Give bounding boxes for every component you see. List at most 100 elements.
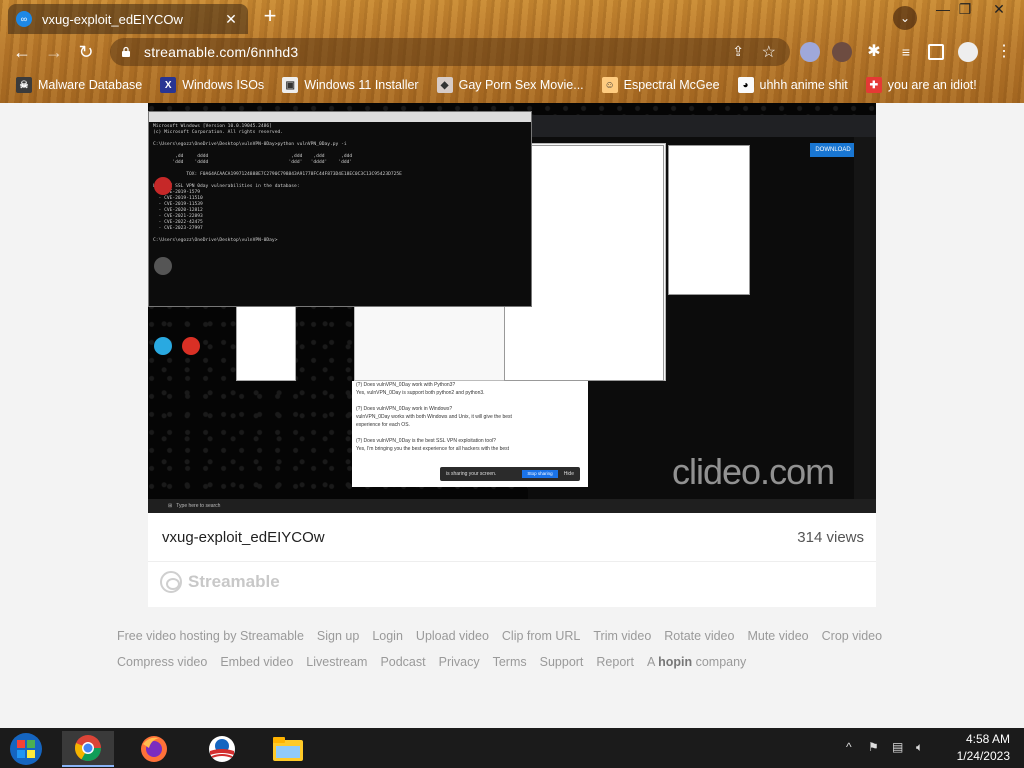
- footer-row-1: Free video hosting by Streamable Sign up…: [117, 629, 917, 643]
- footer-link[interactable]: Trim video: [593, 629, 651, 643]
- browser-tab[interactable]: ∞ vxug-exploit_edEIYCOw ✕: [8, 4, 248, 34]
- url-text[interactable]: streamable.com/6nnhd3: [144, 44, 298, 60]
- file-explorer-taskbar-icon[interactable]: [262, 731, 314, 767]
- doc-line: Yes, vulnVPN_0Day is support both python…: [356, 390, 485, 396]
- view-count: 314 views: [797, 529, 864, 546]
- address-bar[interactable]: streamable.com/6nnhd3 ⇪ ☆: [110, 38, 790, 66]
- video-frame-taskbar: ⊞ Type here to search: [148, 499, 876, 513]
- footer-link[interactable]: Embed video: [220, 655, 293, 669]
- desktop-app-icon: [154, 177, 172, 195]
- video-frame-sidebar: [854, 137, 876, 499]
- profile-avatar[interactable]: [958, 42, 978, 62]
- clock[interactable]: 4:58 AM 1/24/2023: [957, 731, 1010, 765]
- chrome-taskbar-icon[interactable]: [62, 731, 114, 767]
- video-info-panel: vxug-exploit_edEIYCOw 314 views Streamab…: [148, 513, 876, 607]
- footer-link[interactable]: Livestream: [306, 655, 367, 669]
- footer-link[interactable]: Rotate video: [664, 629, 734, 643]
- flag-icon: ✚: [865, 77, 882, 93]
- installer-icon: ▣: [282, 77, 299, 93]
- video-frame-cmd: Microsoft Windows [Version 10.0.19045.24…: [148, 111, 532, 307]
- face-icon: ☺: [601, 77, 618, 93]
- clideo-watermark: clideo.com: [672, 451, 835, 492]
- anime-icon: ◕: [737, 77, 754, 93]
- footer-link[interactable]: Login: [372, 629, 403, 643]
- footer-link[interactable]: Sign up: [317, 629, 359, 643]
- footer-link[interactable]: Clip from URL: [502, 629, 581, 643]
- extension-icon-2[interactable]: [832, 42, 852, 62]
- doc-line: (?) Does vulnVPN_0Day is the best SSL VP…: [356, 438, 496, 444]
- share-icon[interactable]: ⇪: [732, 43, 744, 60]
- lock-icon[interactable]: [120, 46, 132, 58]
- tab-title: vxug-exploit_edEIYCOw: [42, 11, 183, 27]
- video-frame-explorer-2: [668, 145, 750, 295]
- footer-link[interactable]: Support: [540, 655, 584, 669]
- footer-link[interactable]: Podcast: [380, 655, 425, 669]
- bookmark-item[interactable]: ▣ Windows 11 Installer: [282, 77, 419, 93]
- streamable-logo-icon: [160, 571, 182, 593]
- divider: [148, 561, 876, 562]
- bookmark-item[interactable]: X Windows ISOs: [160, 77, 264, 93]
- site-footer: Free video hosting by Streamable Sign up…: [117, 629, 917, 681]
- flag-tray-icon[interactable]: ⚑: [868, 740, 879, 754]
- footer-link[interactable]: Compress video: [117, 655, 207, 669]
- doc-line: Yes, I'm bringing you the best experienc…: [356, 446, 510, 452]
- video-share-bar: is sharing your screen. Stop sharing Hid…: [440, 467, 580, 481]
- tab-close-icon[interactable]: ✕: [222, 11, 240, 28]
- bookmark-star-icon[interactable]: ☆: [762, 42, 776, 62]
- doc-line: [352, 429, 588, 437]
- side-panel-icon[interactable]: [928, 44, 944, 60]
- bookmark-item[interactable]: ◆ Gay Porn Sex Movie...: [436, 77, 584, 93]
- menu-kebab-icon[interactable]: ⋮: [994, 42, 1014, 62]
- clock-time: 4:58 AM: [965, 732, 1010, 746]
- hopin-company-link[interactable]: A hopin company: [647, 655, 746, 669]
- video-frame: DOWNLOAD Microsoft Windows [Version 10.0…: [148, 103, 876, 499]
- bookmark-item[interactable]: ◕ uhhh anime shit: [737, 77, 848, 93]
- video-download-button: DOWNLOAD: [810, 143, 856, 157]
- x-icon: X: [160, 77, 177, 93]
- footer-link[interactable]: Crop video: [822, 629, 882, 643]
- doc-line: vulnVPN_0Day works with both Windows and…: [356, 414, 512, 420]
- reload-button[interactable]: ↻: [74, 40, 98, 64]
- footer-link[interactable]: Upload video: [416, 629, 489, 643]
- puzzle-extensions-icon[interactable]: ✱: [864, 42, 884, 62]
- clock-date: 1/24/2023: [956, 749, 1010, 763]
- new-tab-button[interactable]: +: [258, 5, 282, 29]
- start-icon[interactable]: [0, 731, 52, 767]
- footer-link[interactable]: Free video hosting by Streamable: [117, 629, 304, 643]
- video-player[interactable]: DOWNLOAD Microsoft Windows [Version 10.0…: [148, 103, 876, 513]
- video-frame-file-window: [236, 303, 296, 381]
- streamable-brand-link[interactable]: Streamable: [160, 571, 280, 593]
- firefox-taskbar-icon[interactable]: [128, 731, 180, 767]
- video-title: vxug-exploit_edEIYCOw: [162, 529, 325, 546]
- back-button[interactable]: ←: [10, 40, 34, 64]
- footer-link[interactable]: Terms: [493, 655, 527, 669]
- footer-link[interactable]: Report: [596, 655, 634, 669]
- doc-line: (?) Does vulnVPN_0Day work with Python3?: [356, 382, 456, 388]
- obama-logo-taskbar-icon[interactable]: [196, 731, 248, 767]
- restore-button[interactable]: ❐: [950, 0, 980, 18]
- bookmark-item[interactable]: ✚ you are an idiot!: [865, 77, 977, 93]
- footer-row-2: Compress video Embed video Livestream Po…: [117, 655, 917, 669]
- bookmark-item[interactable]: ☺ Espectral McGee: [601, 77, 720, 93]
- doc-line: [352, 397, 588, 405]
- show-hidden-icons[interactable]: ^: [846, 740, 852, 754]
- forward-button[interactable]: →: [42, 40, 66, 64]
- gmail-icon: [182, 337, 200, 355]
- desktop-app-icon: [154, 257, 172, 275]
- toolbar: ← → ↻ streamable.com/6nnhd3 ⇪ ☆ ✱ ≡ ⋮: [0, 36, 1024, 68]
- extension-icon-1[interactable]: [800, 42, 820, 62]
- footer-link[interactable]: Privacy: [439, 655, 480, 669]
- bookmarks-bar: ☠ Malware Database X Windows ISOs ▣ Wind…: [0, 72, 1024, 98]
- streamable-favicon: ∞: [16, 11, 32, 27]
- skull-icon: ☠: [16, 77, 32, 93]
- tab-search-button[interactable]: ⌄: [893, 6, 917, 30]
- telegram-icon: [154, 337, 172, 355]
- page-content: DOWNLOAD Microsoft Windows [Version 10.0…: [0, 103, 1024, 728]
- close-window-button[interactable]: ✕: [984, 0, 1014, 18]
- network-tray-icon[interactable]: ▤: [892, 740, 903, 754]
- video-stop-sharing: Stop sharing: [522, 470, 558, 478]
- volume-tray-icon[interactable]: 🔈︎: [916, 740, 923, 755]
- bookmark-item[interactable]: ☠ Malware Database: [16, 77, 142, 93]
- footer-link[interactable]: Mute video: [747, 629, 808, 643]
- reading-list-icon[interactable]: ≡: [896, 42, 916, 62]
